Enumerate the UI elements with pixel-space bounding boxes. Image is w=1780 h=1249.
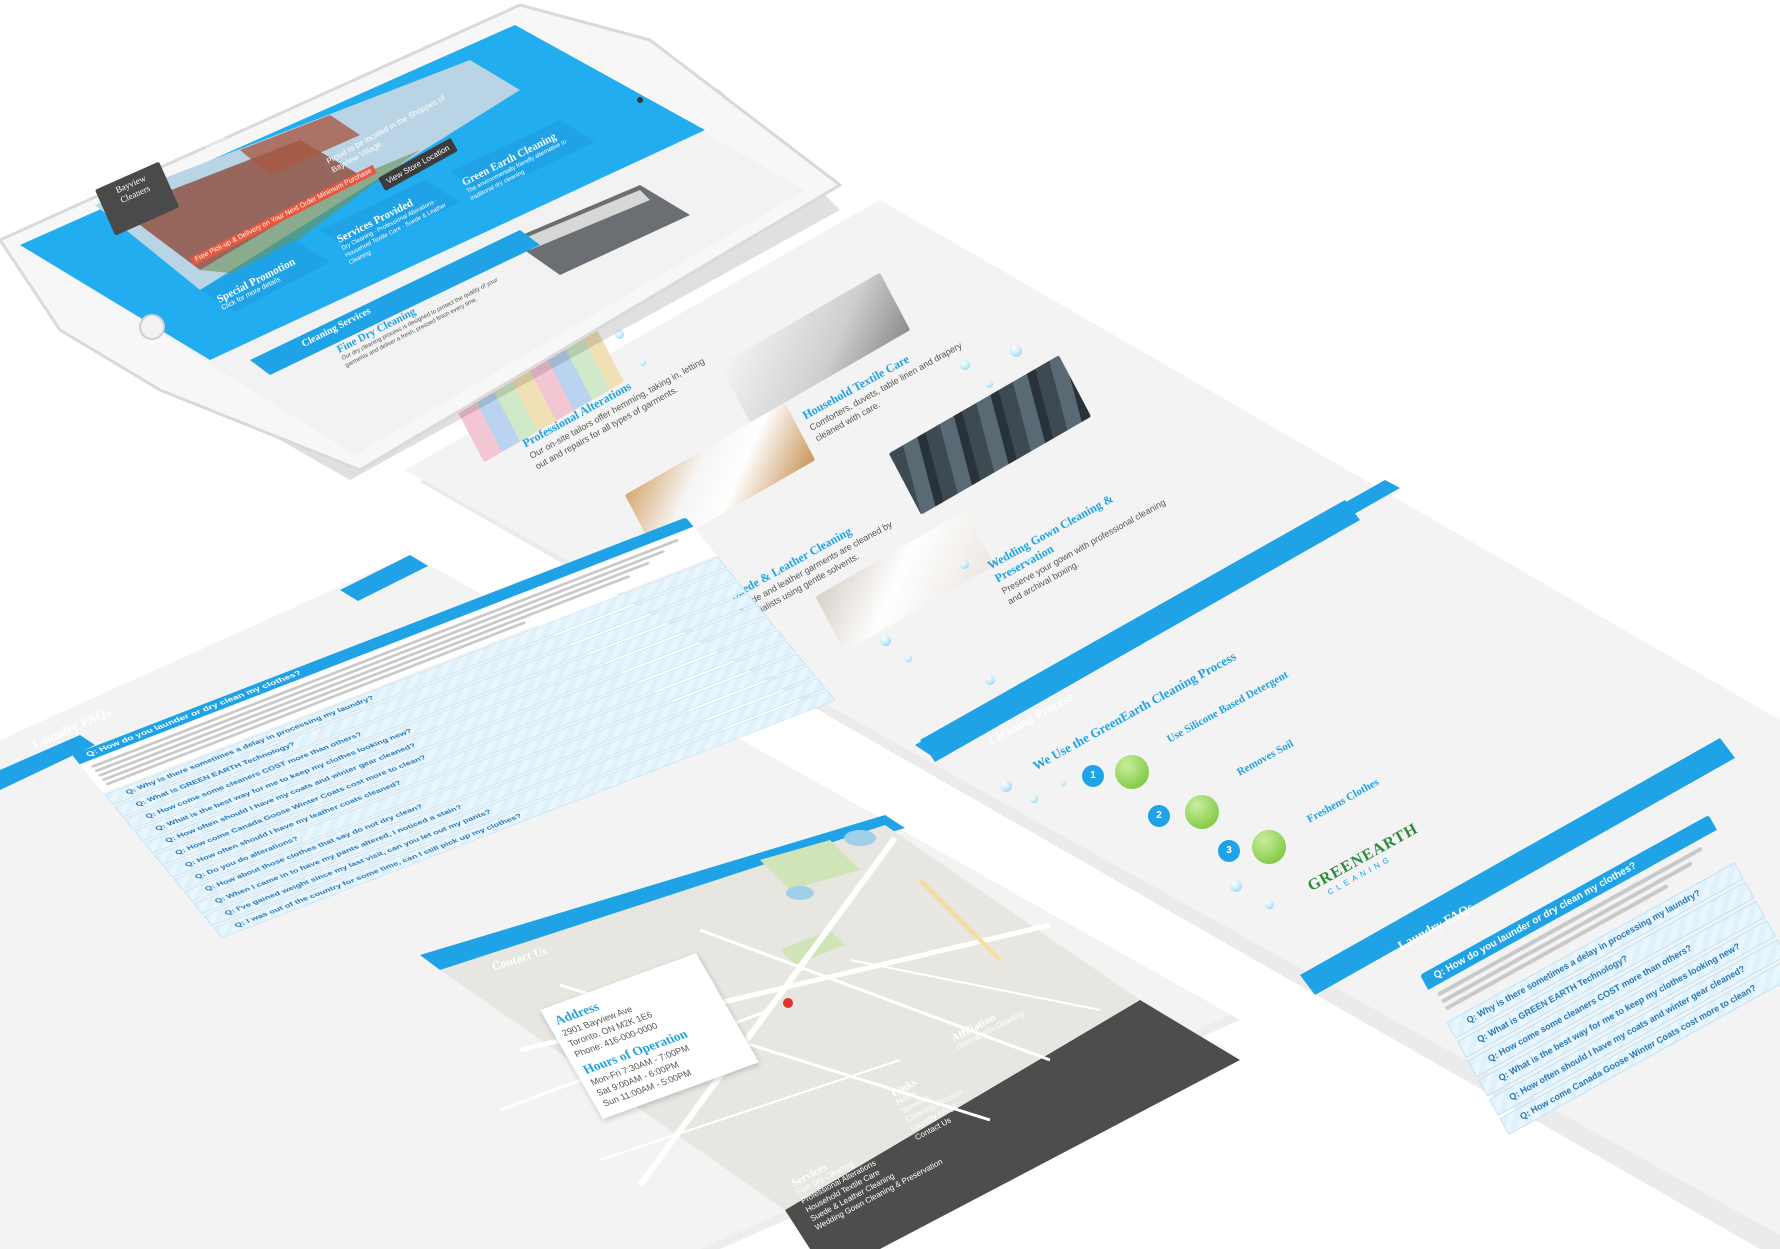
mockup-scene: Professional Alterations Our on-site tai… [0,0,1780,1249]
home-button[interactable] [139,314,165,340]
camera-dot [637,97,643,103]
tablet-layer [0,3,843,480]
